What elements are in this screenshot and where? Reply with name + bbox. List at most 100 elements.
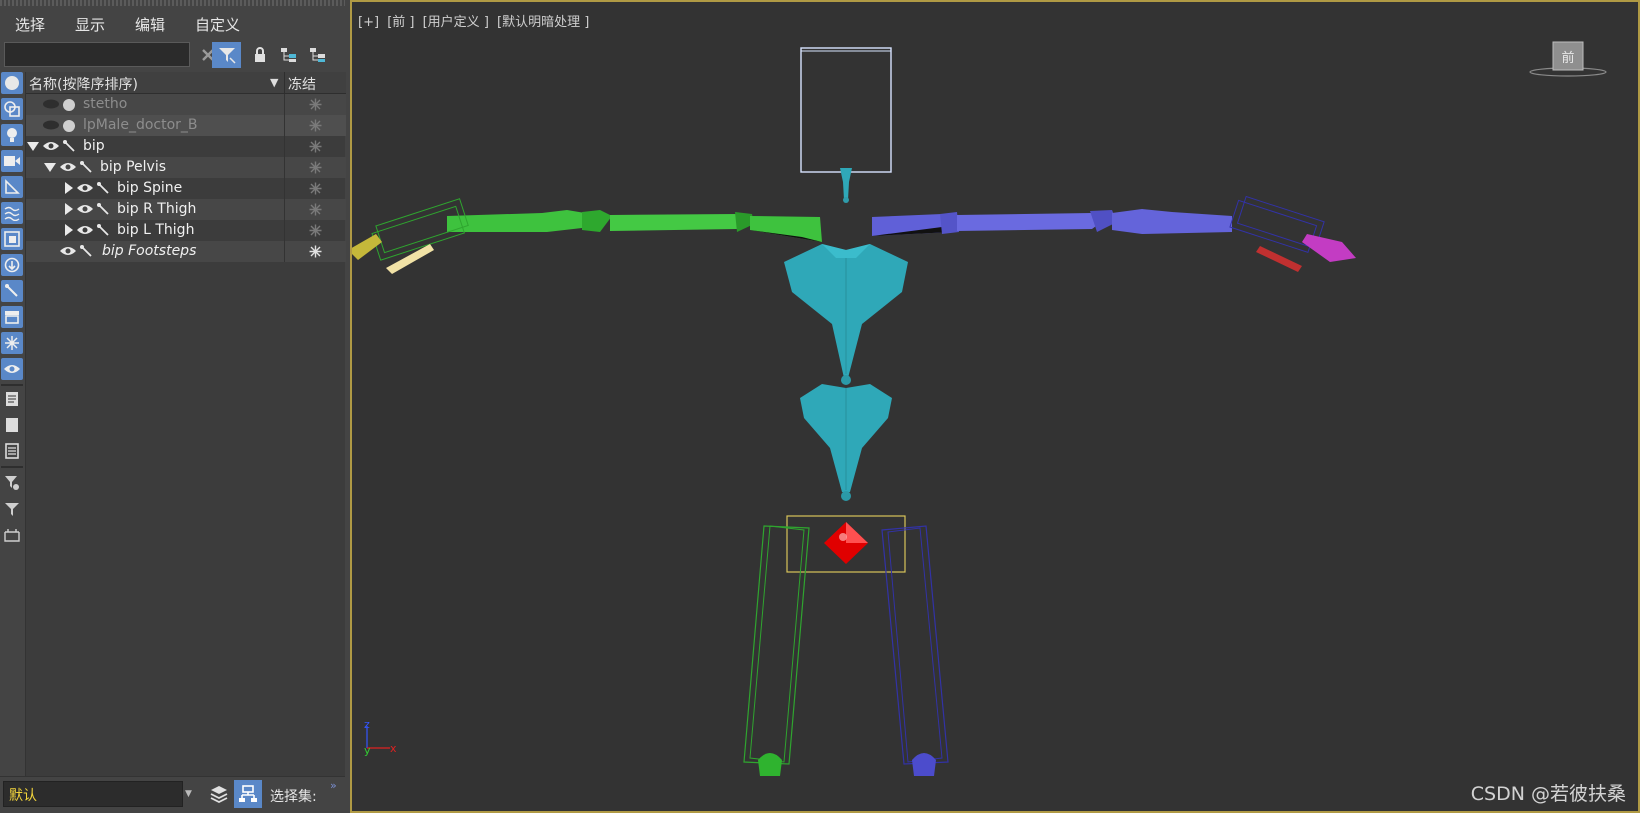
tree-row-label: bip L Thigh bbox=[117, 222, 195, 238]
right-leg-bone[interactable] bbox=[881, 525, 949, 776]
display-all-button[interactable] bbox=[1, 388, 23, 410]
bone-icon bbox=[5, 284, 18, 297]
expand-hierarchy-button[interactable] bbox=[275, 42, 303, 68]
right-arm-bones[interactable] bbox=[872, 195, 1356, 272]
hierarchy-view-button[interactable] bbox=[234, 780, 262, 808]
hidden-eye-icon[interactable] bbox=[42, 99, 60, 109]
ruler-icon bbox=[5, 179, 20, 194]
bone-icon bbox=[80, 245, 92, 257]
collapse-hierarchy-button[interactable] bbox=[304, 42, 332, 68]
display-filter-toolbar bbox=[0, 72, 24, 772]
menu-select[interactable]: 选择 bbox=[0, 14, 60, 35]
group-icon bbox=[4, 231, 20, 247]
filter-xrefs-button[interactable] bbox=[1, 254, 23, 276]
hidden-eye-icon[interactable] bbox=[42, 120, 60, 130]
filter-containers-button[interactable] bbox=[1, 306, 23, 328]
tree-row-bip-pelvis[interactable]: bip Pelvis bbox=[26, 157, 346, 178]
xref-icon bbox=[4, 257, 20, 273]
axis-y-label: y bbox=[364, 744, 371, 757]
freeze-toggle[interactable] bbox=[284, 178, 346, 199]
filter-icon bbox=[218, 48, 236, 64]
left-leg-bone[interactable] bbox=[743, 525, 810, 776]
filter-groups-button[interactable] bbox=[1, 228, 23, 250]
eye-icon[interactable] bbox=[59, 245, 77, 257]
freeze-toggle[interactable] bbox=[284, 157, 346, 178]
search-input[interactable] bbox=[4, 42, 190, 67]
filter-settings-button[interactable] bbox=[1, 472, 23, 494]
tree-row-lpmale-doctor-b[interactable]: lpMale_doctor_B bbox=[26, 115, 346, 136]
funnel-icon bbox=[5, 503, 19, 516]
collapse-arrow-icon[interactable] bbox=[27, 142, 39, 151]
expand-arrow-icon[interactable] bbox=[65, 203, 73, 215]
select-children-button[interactable] bbox=[1, 524, 23, 546]
neck-bone[interactable] bbox=[840, 168, 852, 203]
menu-edit[interactable]: 编辑 bbox=[120, 14, 180, 35]
snowflake-icon bbox=[309, 203, 322, 216]
center-of-mass[interactable] bbox=[786, 515, 906, 573]
eye-icon[interactable] bbox=[76, 224, 94, 236]
toolbar-divider bbox=[1, 466, 23, 468]
left-arm-bones[interactable] bbox=[352, 198, 822, 274]
eye-icon[interactable] bbox=[42, 140, 60, 152]
biped-scene[interactable]: z y x bbox=[352, 2, 1638, 811]
bone-icon bbox=[97, 203, 109, 215]
snowflake-icon bbox=[309, 98, 322, 111]
document-icon bbox=[6, 392, 18, 406]
filter-spacewarps-button[interactable] bbox=[1, 202, 23, 224]
filter-frozen-button[interactable] bbox=[1, 332, 23, 354]
panel-grip[interactable] bbox=[0, 0, 345, 6]
column-header-name[interactable]: 名称(按降序排序) bbox=[29, 74, 138, 94]
eye-icon bbox=[4, 365, 20, 373]
column-header-freeze[interactable]: 冻结 bbox=[284, 72, 316, 94]
hierarchy-collapse-icon bbox=[310, 48, 325, 62]
invert-display-button[interactable] bbox=[1, 440, 23, 462]
front-viewport[interactable]: [+] [前 ] [用户定义 ] [默认明暗处理 ] 前 z y x CSDN … bbox=[350, 0, 1640, 813]
watermark: CSDN @若彼扶桑 bbox=[1470, 783, 1626, 805]
head-bone[interactable] bbox=[800, 47, 892, 173]
explorer-bottom-bar: 默认 ▼ 选择集: » bbox=[0, 776, 345, 813]
tree-row-bip-spine[interactable]: bip Spine bbox=[26, 178, 346, 199]
layer-explorer-button[interactable] bbox=[207, 782, 231, 806]
more-options-icon[interactable]: » bbox=[330, 779, 337, 792]
freeze-toggle[interactable] bbox=[284, 115, 346, 136]
tree-row-bip-l-thigh[interactable]: bip L Thigh bbox=[26, 220, 346, 241]
menu-customize[interactable]: 自定义 bbox=[180, 14, 255, 35]
freeze-toggle[interactable] bbox=[284, 199, 346, 220]
chevron-down-icon[interactable]: ▼ bbox=[185, 781, 199, 807]
shapes-icon bbox=[4, 101, 20, 117]
filter-shapes-button[interactable] bbox=[1, 98, 23, 120]
filter-geometry-button[interactable] bbox=[1, 72, 23, 94]
tree-row-label: bip Footsteps bbox=[102, 243, 197, 259]
filter-hidden-button[interactable] bbox=[1, 358, 23, 380]
filter-bones-button[interactable] bbox=[1, 280, 23, 302]
expand-arrow-icon[interactable] bbox=[65, 224, 73, 236]
freeze-toggle[interactable] bbox=[284, 220, 346, 241]
eye-icon[interactable] bbox=[59, 161, 77, 173]
layer-dropdown[interactable]: 默认 bbox=[3, 781, 183, 807]
tree-row-stetho[interactable]: stetho bbox=[26, 94, 346, 115]
freeze-toggle[interactable] bbox=[284, 94, 346, 115]
tree-row-label: bip R Thigh bbox=[117, 201, 197, 217]
sphere-icon bbox=[5, 76, 19, 90]
axis-x-label: x bbox=[390, 742, 397, 755]
display-none-button[interactable] bbox=[1, 414, 23, 436]
expand-arrow-icon[interactable] bbox=[65, 182, 73, 194]
eye-icon[interactable] bbox=[76, 203, 94, 215]
spine-bones[interactable] bbox=[784, 244, 908, 501]
filter-toggle-button[interactable] bbox=[212, 42, 241, 68]
filter-helpers-button[interactable] bbox=[1, 176, 23, 198]
filter-cameras-button[interactable] bbox=[1, 150, 23, 172]
tree-row-bip-r-thigh[interactable]: bip R Thigh bbox=[26, 199, 346, 220]
sort-descending-icon[interactable]: ▼ bbox=[270, 76, 278, 89]
lock-button[interactable] bbox=[246, 42, 274, 68]
tree-row-bip[interactable]: bip bbox=[26, 136, 346, 157]
filter-lights-button[interactable] bbox=[1, 124, 23, 146]
menu-display[interactable]: 显示 bbox=[60, 14, 120, 35]
tree-row-bip-footsteps[interactable]: bip Footsteps bbox=[26, 241, 346, 262]
eye-icon[interactable] bbox=[76, 182, 94, 194]
snowflake-icon bbox=[309, 245, 322, 258]
filter-button[interactable] bbox=[1, 498, 23, 520]
freeze-toggle[interactable] bbox=[284, 136, 346, 157]
freeze-toggle[interactable] bbox=[284, 241, 346, 262]
collapse-arrow-icon[interactable] bbox=[44, 163, 56, 172]
